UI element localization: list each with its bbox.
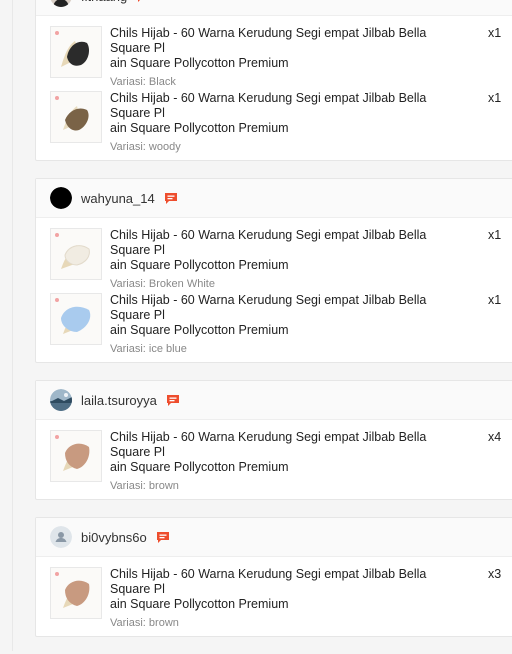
item-quantity: x1 — [488, 91, 502, 105]
chat-icon[interactable] — [164, 192, 178, 205]
chat-icon[interactable] — [166, 394, 180, 407]
item-info: Chils Hijab - 60 Warna Kerudung Segi emp… — [110, 430, 440, 492]
product-variant: Variasi: brown — [110, 480, 179, 492]
product-thumbnail[interactable] — [50, 26, 102, 78]
order-item[interactable]: Chils Hijab - 60 Warna Kerudung Segi emp… — [50, 91, 512, 153]
item-quantity: x3 — [488, 567, 502, 581]
default-user-avatar[interactable] — [50, 526, 72, 548]
product-variant: Variasi: brown — [110, 617, 179, 629]
order-card-header: fitriaang — [36, 0, 512, 16]
product-title[interactable]: Chils Hijab - 60 Warna Kerudung Segi emp… — [110, 26, 440, 71]
username[interactable]: fitriaang — [81, 0, 127, 4]
order-items: Chils Hijab - 60 Warna Kerudung Segi emp… — [36, 218, 512, 362]
order-item[interactable]: Chils Hijab - 60 Warna Kerudung Segi emp… — [50, 26, 512, 88]
product-thumbnail[interactable] — [50, 567, 102, 619]
product-variant: Variasi: ice blue — [110, 343, 187, 355]
item-info: Chils Hijab - 60 Warna Kerudung Segi emp… — [110, 228, 440, 290]
product-thumbnail[interactable] — [50, 293, 102, 345]
product-title[interactable]: Chils Hijab - 60 Warna Kerudung Segi emp… — [110, 293, 440, 338]
product-title[interactable]: Chils Hijab - 60 Warna Kerudung Segi emp… — [110, 91, 440, 136]
user-avatar[interactable] — [50, 0, 72, 7]
username[interactable]: wahyuna_14 — [81, 191, 155, 206]
order-items: Chils Hijab - 60 Warna Kerudung Segi emp… — [36, 420, 512, 499]
product-thumbnail[interactable] — [50, 91, 102, 143]
product-variant: Variasi: Broken White — [110, 278, 215, 290]
username[interactable]: laila.tsuroyya — [81, 393, 157, 408]
order-card: wahyuna_14 Chils Hijab - 60 Warna Kerudu… — [35, 178, 512, 363]
user-avatar[interactable] — [50, 389, 72, 411]
product-variant: Variasi: Black — [110, 76, 176, 88]
username[interactable]: bi0vybns6o — [81, 530, 147, 545]
item-info: Chils Hijab - 60 Warna Kerudung Segi emp… — [110, 91, 440, 153]
left-rail — [0, 0, 13, 651]
order-item[interactable]: Chils Hijab - 60 Warna Kerudung Segi emp… — [50, 228, 512, 290]
user-avatar[interactable] — [50, 187, 72, 209]
item-quantity: x4 — [488, 430, 502, 444]
order-item[interactable]: Chils Hijab - 60 Warna Kerudung Segi emp… — [50, 293, 512, 355]
product-title[interactable]: Chils Hijab - 60 Warna Kerudung Segi emp… — [110, 228, 440, 273]
product-title[interactable]: Chils Hijab - 60 Warna Kerudung Segi emp… — [110, 567, 440, 612]
product-title[interactable]: Chils Hijab - 60 Warna Kerudung Segi emp… — [110, 430, 440, 475]
order-items: Chils Hijab - 60 Warna Kerudung Segi emp… — [36, 16, 512, 160]
order-card-header: laila.tsuroyya — [36, 381, 512, 420]
product-variant: Variasi: woody — [110, 141, 181, 153]
order-card: laila.tsuroyya Chils Hijab - 60 Warna Ke… — [35, 380, 512, 500]
order-item[interactable]: Chils Hijab - 60 Warna Kerudung Segi emp… — [50, 430, 512, 492]
chat-icon[interactable] — [156, 531, 170, 544]
chat-icon[interactable] — [136, 0, 150, 3]
product-thumbnail[interactable] — [50, 430, 102, 482]
item-info: Chils Hijab - 60 Warna Kerudung Segi emp… — [110, 567, 440, 629]
order-items: Chils Hijab - 60 Warna Kerudung Segi emp… — [36, 557, 512, 636]
item-info: Chils Hijab - 60 Warna Kerudung Segi emp… — [110, 26, 440, 88]
item-quantity: x1 — [488, 26, 502, 40]
order-card: bi0vybns6o Chils Hijab - 60 Warna Kerudu… — [35, 517, 512, 637]
order-item[interactable]: Chils Hijab - 60 Warna Kerudung Segi emp… — [50, 567, 512, 629]
item-quantity: x1 — [488, 228, 502, 242]
item-quantity: x1 — [488, 293, 502, 307]
product-thumbnail[interactable] — [50, 228, 102, 280]
order-card: fitriaang Chils Hijab - 60 Warna Kerudun… — [35, 0, 512, 161]
order-card-header: wahyuna_14 — [36, 179, 512, 218]
item-info: Chils Hijab - 60 Warna Kerudung Segi emp… — [110, 293, 440, 355]
order-list: fitriaang Chils Hijab - 60 Warna Kerudun… — [35, 0, 512, 654]
order-card-header: bi0vybns6o — [36, 518, 512, 557]
